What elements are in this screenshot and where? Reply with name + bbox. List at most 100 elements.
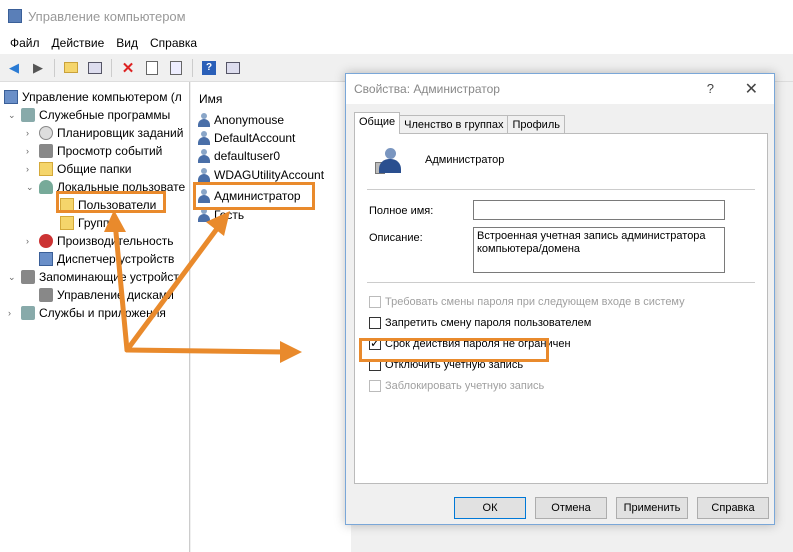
dialog-tabs: Общие Членство в группах Профиль bbox=[354, 112, 565, 134]
chevron-down-icon[interactable]: ⌄ bbox=[26, 182, 36, 193]
highlight-administrator bbox=[193, 182, 315, 210]
checkbox-prevent-password-change[interactable]: Запретить смену пароля пользователем bbox=[369, 315, 591, 331]
menu-bar: Файл Действие Вид Справка bbox=[0, 32, 793, 54]
list-item-label: WDAGUtilityAccount bbox=[214, 168, 325, 182]
chevron-right-icon[interactable]: › bbox=[26, 128, 36, 138]
list-item[interactable]: DefaultAccount bbox=[197, 129, 295, 147]
checkbox-label: Запретить смену пароля пользователем bbox=[385, 317, 592, 329]
chevron-right-icon[interactable]: › bbox=[26, 236, 36, 246]
dialog-title: Свойства: Администратор bbox=[354, 82, 500, 96]
list-item[interactable]: defaultuser0 bbox=[197, 147, 280, 165]
menu-help[interactable]: Справка bbox=[144, 36, 203, 50]
tab-membership[interactable]: Членство в группах bbox=[399, 115, 509, 134]
list-item-label: Anonymouse bbox=[214, 113, 285, 127]
tree-item-label: Службы и приложения bbox=[39, 306, 166, 320]
window-title: Управление компьютером bbox=[28, 8, 186, 24]
tab-profile[interactable]: Профиль bbox=[507, 115, 565, 134]
storage-icon bbox=[21, 270, 35, 284]
tree-item-performance[interactable]: › Производительность bbox=[26, 232, 173, 250]
export-icon[interactable] bbox=[166, 58, 186, 78]
chevron-right-icon[interactable]: › bbox=[26, 146, 36, 156]
menu-file[interactable]: Файл bbox=[4, 36, 46, 50]
tree-item-label: Просмотр событий bbox=[57, 144, 163, 158]
user-icon bbox=[197, 168, 211, 182]
checkbox-require-password-change[interactable]: Требовать смены пароля при следующем вхо… bbox=[369, 294, 685, 310]
tree-item-label: Запоминающие устройст bbox=[39, 270, 179, 284]
description-label: Описание: bbox=[369, 232, 423, 244]
help-button[interactable]: Справка bbox=[697, 497, 769, 519]
tree-item-label: Производительность bbox=[57, 234, 174, 248]
user-icon bbox=[197, 149, 211, 163]
menu-action[interactable]: Действие bbox=[46, 36, 111, 50]
tree-item-services[interactable]: ⌄ Служебные программы bbox=[8, 106, 170, 124]
column-header-name[interactable]: Имя bbox=[199, 92, 222, 106]
tree-item-label: Управление компьютером (л bbox=[22, 90, 182, 104]
tree-item-label: Управление дисками bbox=[57, 288, 174, 302]
user-icon bbox=[375, 146, 405, 176]
clock-icon bbox=[39, 126, 53, 140]
tree-item-storage[interactable]: ⌄ Запоминающие устройст bbox=[8, 268, 179, 286]
chevron-right-icon[interactable]: › bbox=[26, 164, 36, 174]
checkbox[interactable] bbox=[369, 317, 381, 329]
list-item-label: Гость bbox=[214, 208, 245, 222]
tools-icon bbox=[21, 108, 35, 122]
console-tree-icon[interactable] bbox=[85, 58, 105, 78]
description-field[interactable]: Встроенная учетная запись администратора… bbox=[473, 227, 725, 273]
checkbox[interactable] bbox=[369, 296, 381, 308]
highlight-disable-account bbox=[359, 338, 549, 362]
device-manager-icon bbox=[39, 252, 53, 266]
checkbox-label: Требовать смены пароля при следующем вхо… bbox=[385, 296, 685, 308]
apply-button[interactable]: Применить bbox=[616, 497, 688, 519]
view-icon[interactable] bbox=[223, 58, 243, 78]
tree-item-scheduler[interactable]: › Планировщик заданий bbox=[26, 124, 183, 142]
tree-item-shared[interactable]: › Общие папки bbox=[26, 160, 131, 178]
list-item-label: defaultuser0 bbox=[214, 149, 281, 163]
fullname-field[interactable] bbox=[473, 200, 725, 220]
properties-dialog: Свойства: Администратор ? ✕ Общие Членст… bbox=[345, 73, 775, 525]
checkbox[interactable] bbox=[369, 380, 381, 392]
tree-item-label: Общие папки bbox=[57, 162, 132, 176]
highlight-users-folder bbox=[56, 191, 166, 213]
tree-item-groups[interactable]: Группы bbox=[60, 214, 118, 232]
properties-icon[interactable] bbox=[142, 58, 162, 78]
help-icon[interactable]: ? bbox=[707, 81, 714, 96]
help-icon[interactable]: ? bbox=[199, 58, 219, 78]
services-icon bbox=[21, 306, 35, 320]
user-list: Имя Anonymouse DefaultAccount defaultuse… bbox=[191, 82, 351, 552]
checkbox-lock-account[interactable]: Заблокировать учетную запись bbox=[369, 378, 544, 394]
tree-item-label: Служебные программы bbox=[39, 108, 171, 122]
disk-icon bbox=[39, 288, 53, 302]
delete-icon[interactable]: ✕ bbox=[118, 58, 138, 78]
list-item[interactable]: Anonymouse bbox=[197, 111, 284, 129]
chevron-down-icon[interactable]: ⌄ bbox=[8, 272, 18, 283]
divider bbox=[367, 282, 755, 283]
folder-up-icon[interactable] bbox=[61, 58, 81, 78]
computer-icon bbox=[4, 90, 18, 104]
user-icon bbox=[197, 208, 211, 222]
back-arrow-icon[interactable]: ◀ bbox=[4, 58, 24, 78]
chevron-down-icon[interactable]: ⌄ bbox=[8, 110, 18, 121]
fullname-label: Полное имя: bbox=[369, 205, 434, 217]
users-icon bbox=[39, 180, 53, 194]
general-tab-panel: Администратор Полное имя: Описание: Встр… bbox=[354, 133, 768, 484]
menu-view[interactable]: Вид bbox=[110, 36, 144, 50]
tree-item-svcapps[interactable]: › Службы и приложения bbox=[8, 304, 166, 322]
tree-item-events[interactable]: › Просмотр событий bbox=[26, 142, 162, 160]
performance-icon bbox=[39, 234, 53, 248]
toolbar-separator bbox=[111, 58, 112, 77]
tree-item-diskmgmt[interactable]: Управление дисками bbox=[39, 286, 174, 304]
tree-item-devmgr[interactable]: Диспетчер устройств bbox=[39, 250, 174, 268]
cancel-button[interactable]: Отмена bbox=[535, 497, 607, 519]
tree-item-label: Группы bbox=[78, 216, 118, 230]
tree-item-label: Диспетчер устройств bbox=[57, 252, 175, 266]
shared-folder-icon bbox=[39, 162, 53, 176]
account-name: Администратор bbox=[425, 154, 505, 166]
toolbar-separator bbox=[54, 58, 55, 77]
forward-arrow-icon[interactable]: ▶ bbox=[28, 58, 48, 78]
chevron-right-icon[interactable]: › bbox=[8, 308, 18, 318]
close-icon[interactable]: ✕ bbox=[745, 79, 758, 99]
window-titlebar: Управление компьютером bbox=[0, 0, 793, 32]
tab-general[interactable]: Общие bbox=[354, 112, 401, 134]
tree-item-root[interactable]: Управление компьютером (л bbox=[4, 88, 182, 106]
ok-button[interactable]: ОК bbox=[454, 497, 526, 519]
